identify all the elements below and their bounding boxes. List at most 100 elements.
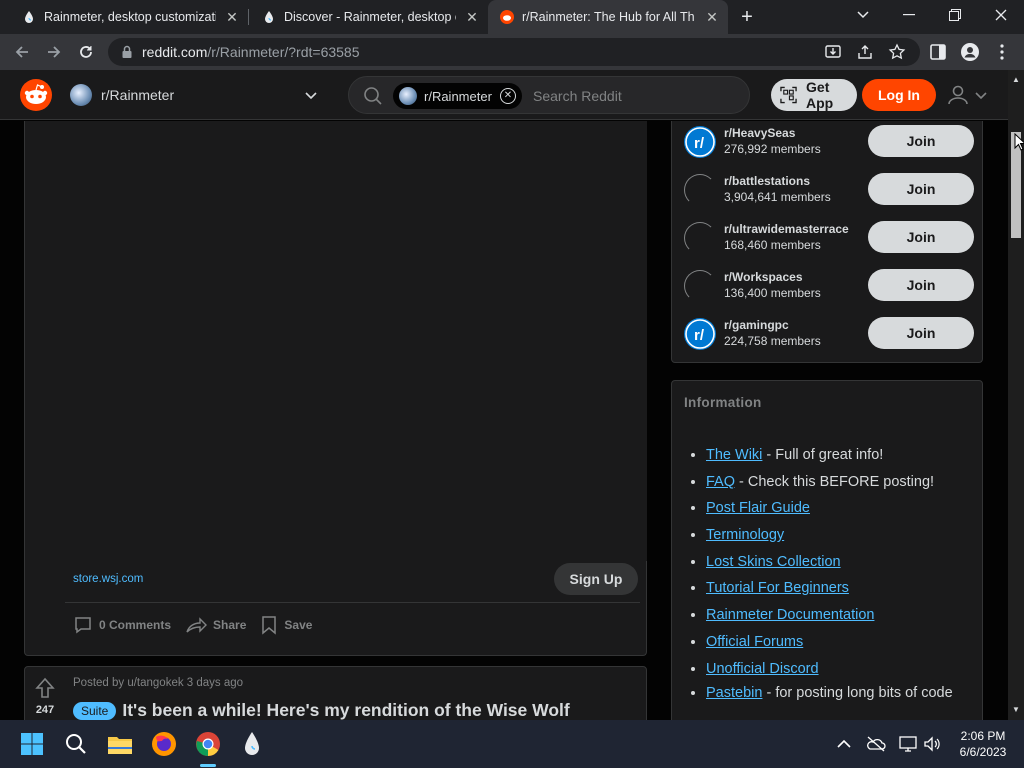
page-content: store.wsj.com Sign Up 0 Comments Share S…: [0, 121, 1008, 720]
share-label: Share: [213, 618, 247, 632]
join-button[interactable]: Join: [868, 173, 974, 205]
close-tab-icon[interactable]: ✕: [224, 9, 240, 25]
search-icon: [66, 734, 86, 754]
community-icon: r/: [684, 126, 716, 158]
lost-skins-link[interactable]: Lost Skins Collection: [706, 554, 841, 570]
upvote-arrow-icon[interactable]: [35, 677, 55, 699]
profile-icon[interactable]: [960, 42, 980, 62]
rainmeter-drop-icon: [265, 11, 273, 23]
page-scrollbar[interactable]: ▲ ▼: [1008, 70, 1024, 720]
scroll-up-arrow-icon[interactable]: ▲: [1008, 72, 1024, 88]
volume-icon[interactable]: [922, 734, 942, 754]
lock-icon[interactable]: [118, 43, 136, 61]
discord-link[interactable]: Unofficial Discord: [706, 661, 819, 677]
folder-icon: [108, 737, 132, 754]
search-input[interactable]: Search Reddit: [533, 88, 622, 104]
share-arrow-icon: [186, 617, 208, 633]
restore-button[interactable]: [932, 0, 978, 30]
rainmeter-button[interactable]: [236, 728, 268, 760]
share-icon[interactable]: [856, 43, 874, 61]
clear-scope-icon[interactable]: ✕: [499, 88, 516, 104]
post-flair[interactable]: Suite: [73, 701, 117, 720]
tab-search-chevron-icon[interactable]: [840, 0, 886, 30]
ad-link[interactable]: store.wsj.com: [73, 573, 143, 585]
faq-link[interactable]: FAQ: [706, 474, 735, 490]
save-button[interactable]: Save: [260, 615, 312, 635]
info-links-list: The Wiki - Full of great info! FAQ - Che…: [706, 443, 976, 720]
onedrive-offline-icon[interactable]: [866, 734, 886, 754]
search-scope-chip[interactable]: r/Rainmeter ✕: [393, 83, 522, 109]
side-panel-icon[interactable]: [928, 42, 948, 62]
user-menu-button[interactable]: [946, 82, 992, 108]
login-button[interactable]: Log In: [862, 79, 936, 111]
address-bar[interactable]: reddit.com/r/Rainmeter/?rdt=63585: [108, 38, 920, 66]
get-app-button[interactable]: Get App: [771, 79, 857, 111]
community-row[interactable]: r/ r/gamingpc 224,758 members Join: [684, 315, 974, 355]
community-row[interactable]: r/ultrawidemasterrace 168,460 members Jo…: [684, 219, 974, 259]
chrome-button[interactable]: [192, 728, 224, 760]
user-icon: [948, 85, 968, 105]
join-button[interactable]: Join: [868, 221, 974, 253]
close-window-button[interactable]: [978, 0, 1024, 30]
reddit-logo-icon[interactable]: [20, 79, 52, 111]
sign-up-button[interactable]: Sign Up: [554, 563, 638, 595]
community-avatar: [70, 84, 92, 106]
community-selector[interactable]: r/Rainmeter: [64, 79, 328, 111]
more-menu-icon[interactable]: [992, 42, 1012, 62]
firefox-button[interactable]: [148, 728, 180, 760]
svg-text:r/: r/: [694, 135, 705, 152]
list-item: Unofficial Discord: [706, 657, 976, 684]
community-members: 276,992 members: [724, 142, 821, 156]
rainmeter-drop-icon: [245, 732, 259, 755]
minimize-button[interactable]: [886, 0, 932, 30]
pastebin-link[interactable]: Pastebin: [706, 685, 762, 701]
community-row[interactable]: r/Workspaces 136,400 members Join: [684, 267, 974, 307]
join-button[interactable]: Join: [868, 317, 974, 349]
install-app-icon[interactable]: [824, 43, 842, 61]
network-icon[interactable]: [898, 734, 918, 754]
wiki-link[interactable]: The Wiki: [706, 447, 762, 463]
post-title[interactable]: It's been a while! Here's my rendition o…: [122, 700, 569, 720]
promoted-post-card[interactable]: store.wsj.com Sign Up 0 Comments Share S…: [24, 121, 647, 656]
ad-media[interactable]: [65, 121, 647, 561]
broken-image-icon: [684, 174, 716, 206]
system-clock[interactable]: 2:06 PM 6/6/2023: [948, 728, 1018, 760]
community-row[interactable]: r/battlestations 3,904,641 members Join: [684, 171, 974, 211]
browser-tab-3-active[interactable]: r/Rainmeter: The Hub for All Things Rain…: [488, 0, 728, 34]
join-button[interactable]: Join: [868, 269, 974, 301]
list-item-text: - for posting long bits of code: [762, 685, 953, 702]
start-button[interactable]: [16, 728, 48, 760]
official-forums-link[interactable]: Official Forums: [706, 634, 803, 650]
clock-time: 2:06 PM: [960, 729, 1006, 743]
community-avatar: [399, 87, 417, 105]
join-label: Join: [906, 133, 936, 149]
join-button[interactable]: Join: [868, 125, 974, 157]
tutorial-link[interactable]: Tutorial For Beginners: [706, 580, 849, 596]
terminology-link[interactable]: Terminology: [706, 527, 784, 543]
browser-tab-1[interactable]: Rainmeter, desktop customization ✕: [0, 0, 248, 34]
browser-tab-2[interactable]: Discover - Rainmeter, desktop customizat…: [240, 0, 488, 34]
close-tab-icon[interactable]: ✕: [464, 9, 480, 25]
community-members: 3,904,641 members: [724, 190, 831, 204]
search-bar[interactable]: r/Rainmeter ✕ Search Reddit: [348, 76, 750, 114]
bookmark-star-icon[interactable]: [888, 43, 906, 61]
new-tab-button[interactable]: +: [736, 7, 758, 29]
information-widget: Information The Wiki - Full of great inf…: [671, 380, 983, 720]
share-button[interactable]: Share: [185, 615, 246, 635]
back-button[interactable]: [10, 40, 34, 64]
scroll-down-arrow-icon[interactable]: ▼: [1008, 702, 1024, 718]
documentation-link[interactable]: Rainmeter Documentation: [706, 607, 874, 623]
reload-button[interactable]: [74, 40, 98, 64]
close-tab-icon[interactable]: ✕: [704, 9, 720, 25]
comments-button[interactable]: 0 Comments: [73, 615, 171, 635]
vote-count: 247: [35, 704, 55, 716]
post-card[interactable]: 247 Posted by u/tangokek 3 days ago Suit…: [24, 666, 647, 720]
show-hidden-icons-chevron-icon[interactable]: [834, 734, 854, 754]
taskbar-search-button[interactable]: [60, 728, 92, 760]
list-item: Post Flair Guide: [706, 496, 976, 523]
community-row[interactable]: r/ r/HeavySeas 276,992 members Join: [684, 123, 974, 163]
tab-title: Rainmeter, desktop customization: [44, 10, 216, 24]
post-flair-guide-link[interactable]: Post Flair Guide: [706, 500, 810, 516]
forward-button[interactable]: [42, 40, 66, 64]
file-explorer-button[interactable]: [104, 728, 136, 760]
